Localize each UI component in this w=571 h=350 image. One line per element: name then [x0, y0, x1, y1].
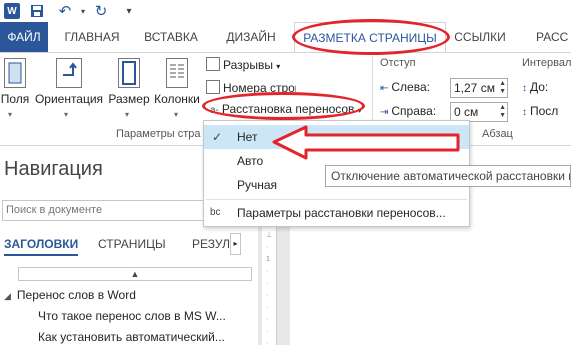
indent-label: Отступ [380, 57, 416, 69]
collapse-triangle-icon[interactable]: ◢ [4, 291, 11, 301]
breaks-button[interactable]: Разрывы ▾ [206, 57, 280, 72]
search-placeholder: Поиск в документе [6, 204, 103, 216]
indent-right-text: Справа: [391, 104, 437, 118]
checkmark-icon: ✓ [212, 130, 223, 144]
tab-references[interactable]: ССЫЛКИ [452, 22, 508, 52]
spacing-before-icon: ↕ [522, 83, 527, 94]
indent-right-value: 0 см [454, 105, 479, 119]
hyphenation-options-icon: bc [210, 207, 221, 218]
tab-home[interactable]: ГЛАВНАЯ [54, 22, 130, 52]
annotation-arrow-icon [272, 125, 460, 160]
indent-left-field[interactable]: 1,27 см ▲ ▼ [450, 78, 508, 98]
redo-icon[interactable]: ↻ [92, 2, 110, 20]
page-layout-annotation-ellipse [292, 19, 450, 55]
tab-design[interactable]: ДИЗАЙН [216, 22, 286, 52]
nav-tab-pages[interactable]: СТРАНИЦЫ [98, 237, 166, 251]
tab-mailings[interactable]: РАСС [536, 22, 571, 52]
spacing-after-text: Посл [530, 104, 559, 118]
tooltip: Отключение автоматической расстановки пе [325, 165, 571, 187]
size-icon [118, 58, 140, 88]
size-label: Размер [108, 92, 150, 106]
menu-item-none-label: Нет [237, 130, 258, 144]
tree-item[interactable]: Что такое перенос слов в MS W... [38, 309, 226, 323]
columns-dropdown-icon: ▾ [174, 110, 179, 119]
save-icon[interactable] [28, 2, 46, 20]
margins-dropdown-icon: ▾ [8, 110, 13, 119]
orientation-label: Ориентация [34, 92, 104, 106]
indent-left-label: ⇤ Слева: [380, 80, 430, 94]
spacing-before-label: ↕ До: [522, 80, 548, 94]
undo-dropdown-icon[interactable]: ▾ [74, 2, 92, 20]
spacing-after-label: ↕ Посл [522, 104, 558, 118]
size-dropdown-icon: ▾ [125, 110, 130, 119]
margins-button[interactable]: Поля [0, 58, 30, 106]
columns-button[interactable]: Колонки [150, 58, 204, 106]
menu-item-auto-label: Авто [237, 154, 264, 168]
interval-label: Интервал [522, 57, 571, 69]
word-logo-icon: W [4, 3, 20, 19]
nav-tabs-scroll-icon[interactable]: ▸ [230, 233, 241, 255]
ruler-marks: ⊥ · 1 · · · · · · · [266, 232, 273, 347]
tab-file[interactable]: ФАЙЛ [0, 22, 48, 52]
spinner-arrows-icon[interactable]: ▲ ▼ [499, 104, 506, 120]
menu-item-hyphenation-options[interactable]: bc Параметры расстановки переносов... [204, 201, 469, 225]
spacing-before-text: До: [530, 80, 549, 94]
size-button[interactable]: Размер [106, 58, 152, 106]
tree-item[interactable]: Как установить автоматический... [38, 330, 225, 344]
margins-label: Поля [0, 92, 30, 106]
nav-tab-headings[interactable]: ЗАГОЛОВКИ [4, 237, 79, 256]
page-setup-group-label: Параметры стра [116, 128, 201, 140]
menu-item-options-label: Параметры расстановки переносов... [237, 206, 446, 220]
orientation-button[interactable]: Ориентация [34, 58, 104, 106]
breaks-label: Разрывы [223, 58, 273, 72]
nav-tab-results[interactable]: РЕЗУЛ [192, 237, 230, 251]
indent-right-field[interactable]: 0 см ▲ ▼ [450, 102, 508, 122]
spacing-after-icon: ↕ [522, 107, 527, 118]
indent-right-icon: ⇥ [380, 107, 389, 118]
menu-divider [206, 199, 467, 200]
collapse-headings-bar[interactable]: ▲ [18, 267, 252, 281]
columns-label: Колонки [154, 92, 200, 106]
tree-item[interactable]: ◢ Перенос слов в Word [4, 288, 136, 302]
indent-left-icon: ⇤ [380, 83, 389, 94]
customize-toolbar-icon[interactable]: ▾ [120, 2, 138, 20]
indent-left-text: Слева: [391, 80, 430, 94]
tab-insert[interactable]: ВСТАВКА [138, 22, 204, 52]
breaks-icon [206, 57, 220, 71]
menu-item-manual-label: Ручная [237, 178, 278, 192]
navigation-title: Навигация [4, 158, 103, 180]
indent-right-label: ⇥ Справа: [380, 104, 436, 118]
orientation-dropdown-icon: ▾ [64, 110, 69, 119]
tree-item-label: Перенос слов в Word [16, 288, 136, 302]
hyphenation-annotation-ellipse [202, 92, 365, 120]
orientation-icon [56, 58, 82, 88]
indent-left-value: 1,27 см [454, 81, 495, 95]
margins-icon [4, 58, 26, 88]
columns-icon [166, 58, 188, 88]
paragraph-group-label: Абзац [482, 128, 513, 140]
spinner-arrows-icon[interactable]: ▲ ▼ [499, 80, 506, 96]
undo-icon[interactable]: ↶ [56, 2, 74, 20]
line-numbers-icon [206, 80, 220, 94]
